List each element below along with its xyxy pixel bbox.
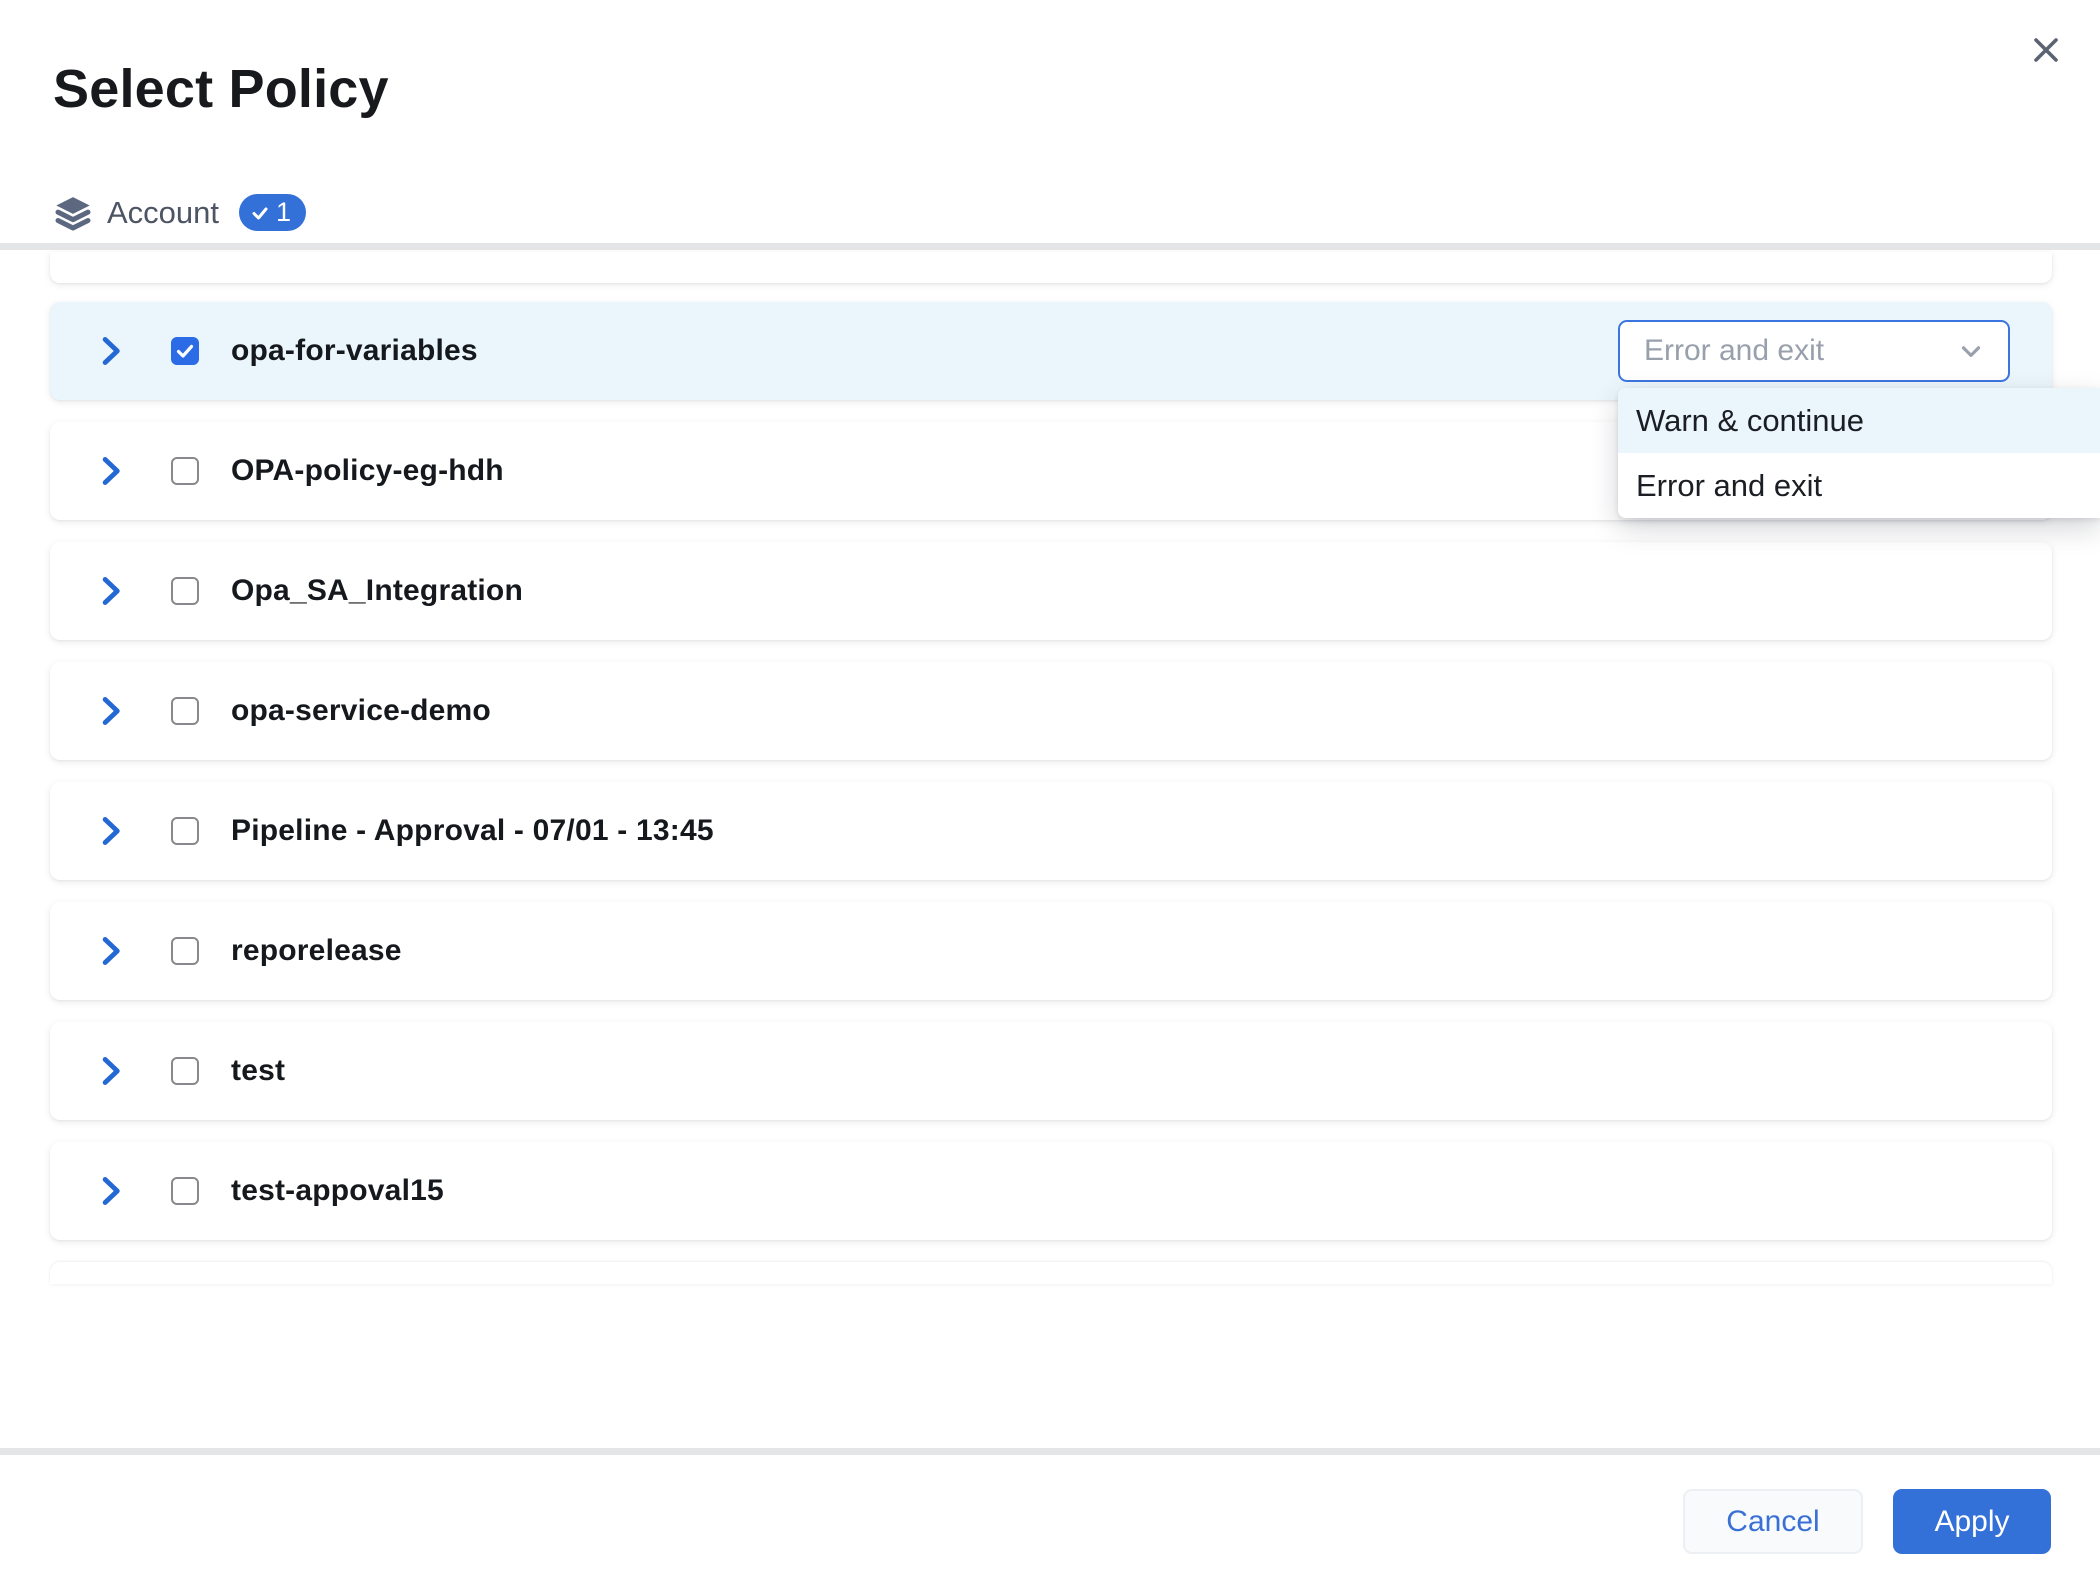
dropdown-option-label: Warn & continue xyxy=(1636,403,1864,439)
select-policy-dialog: Select Policy Account 1 xyxy=(0,0,2100,1570)
policy-checkbox[interactable] xyxy=(171,937,199,965)
policy-checkbox[interactable] xyxy=(171,577,199,605)
policy-label: reporelease xyxy=(231,934,402,968)
policy-label: opa-for-variables xyxy=(231,334,478,368)
policy-checkbox[interactable] xyxy=(171,1057,199,1085)
close-button[interactable] xyxy=(2018,22,2074,78)
policy-label: test-appoval15 xyxy=(231,1174,444,1208)
policy-row-partial-bottom xyxy=(50,1262,2052,1284)
policy-action-value: Error and exit xyxy=(1644,334,1824,368)
dropdown-menu: Warn & continue Error and exit xyxy=(1618,388,2100,518)
apply-button[interactable]: Apply xyxy=(1893,1489,2051,1554)
policy-checkbox[interactable] xyxy=(171,697,199,725)
expand-chevron-icon[interactable] xyxy=(95,1054,125,1088)
policy-checkbox[interactable] xyxy=(171,337,199,365)
policy-checkbox[interactable] xyxy=(171,1177,199,1205)
expand-chevron-icon[interactable] xyxy=(95,574,125,608)
dropdown-option[interactable]: Error and exit xyxy=(1618,453,2100,518)
policy-row[interactable]: opa-service-demo xyxy=(50,662,2052,760)
policy-row[interactable]: test-appoval15 xyxy=(50,1142,2052,1240)
dropdown-option[interactable]: Warn & continue xyxy=(1618,388,2100,453)
policy-row[interactable]: Opa_SA_Integration xyxy=(50,542,2052,640)
policy-label: OPA-policy-eg-hdh xyxy=(231,454,504,488)
badge-count: 1 xyxy=(276,197,291,228)
expand-chevron-icon[interactable] xyxy=(95,454,125,488)
policy-checkbox[interactable] xyxy=(171,457,199,485)
close-icon xyxy=(2031,35,2061,65)
policy-label: opa-service-demo xyxy=(231,694,491,728)
dropdown-option-label: Error and exit xyxy=(1636,468,1822,504)
policy-label: Opa_SA_Integration xyxy=(231,574,523,608)
chevron-down-icon xyxy=(1956,336,1986,366)
layers-icon xyxy=(53,193,93,233)
policy-row-partial-top xyxy=(50,252,2052,283)
policy-action-select[interactable]: Error and exit xyxy=(1618,320,2010,382)
policy-row[interactable]: Pipeline - Approval - 07/01 - 13:45 xyxy=(50,782,2052,880)
tab-label: Account xyxy=(107,195,219,231)
check-icon xyxy=(175,341,195,361)
check-icon xyxy=(250,203,270,223)
dialog-title: Select Policy xyxy=(53,58,389,120)
tab-divider xyxy=(0,243,2100,250)
policy-row[interactable]: test xyxy=(50,1022,2052,1120)
policy-checkbox[interactable] xyxy=(171,817,199,845)
policy-label: test xyxy=(231,1054,285,1088)
cancel-button[interactable]: Cancel xyxy=(1683,1489,1863,1554)
expand-chevron-icon[interactable] xyxy=(95,1174,125,1208)
footer-divider xyxy=(0,1448,2100,1455)
expand-chevron-icon[interactable] xyxy=(95,334,125,368)
policy-row[interactable]: reporelease xyxy=(50,902,2052,1000)
tab-account[interactable]: Account 1 xyxy=(53,182,306,243)
policy-row[interactable]: opa-for-variables Error and exit xyxy=(50,302,2052,400)
expand-chevron-icon[interactable] xyxy=(95,814,125,848)
expand-chevron-icon[interactable] xyxy=(95,934,125,968)
expand-chevron-icon[interactable] xyxy=(95,694,125,728)
policy-label: Pipeline - Approval - 07/01 - 13:45 xyxy=(231,814,714,848)
selected-count-badge: 1 xyxy=(239,194,306,231)
